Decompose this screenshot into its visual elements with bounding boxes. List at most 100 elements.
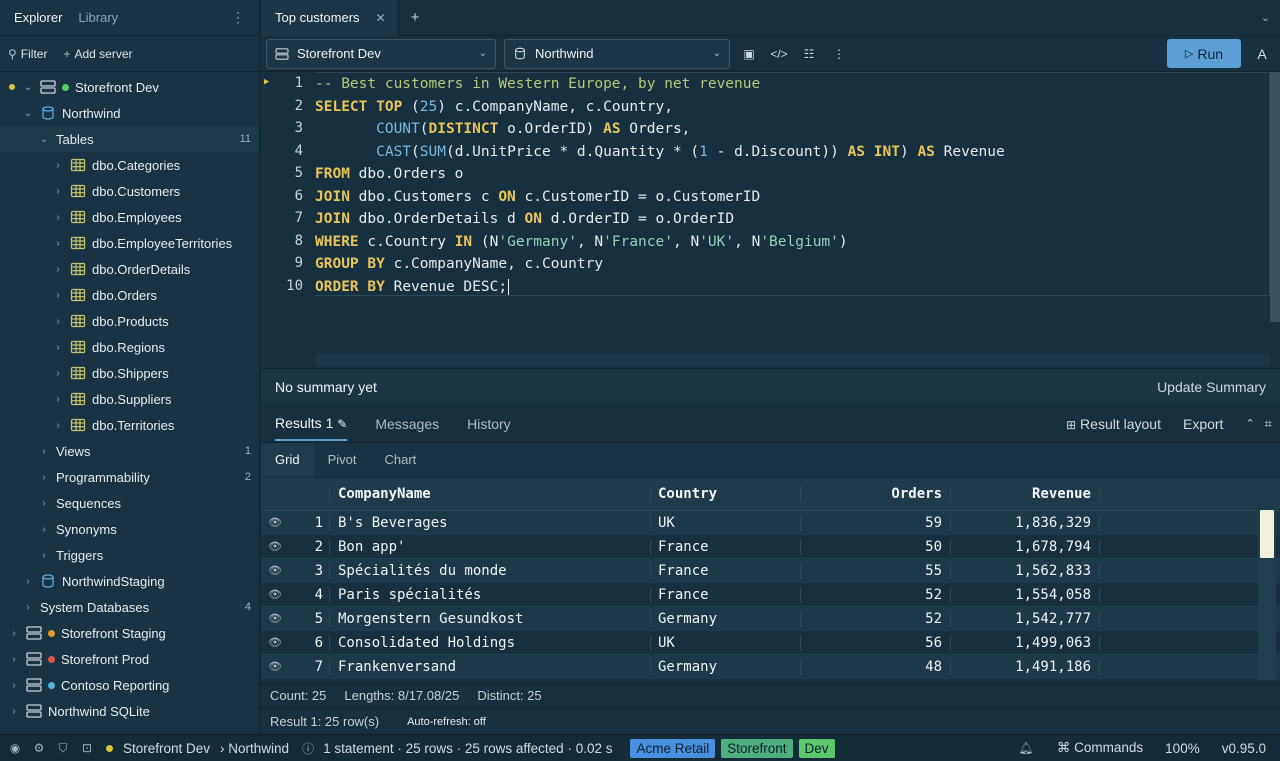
chevron-down-icon[interactable]: ⌄ — [1261, 11, 1280, 24]
tree-item-server[interactable]: › Northwind SQLite — [0, 698, 259, 724]
more-options-icon[interactable]: ⋮ — [223, 9, 253, 26]
cell-revenue[interactable]: 1,499,063 — [950, 634, 1100, 651]
commands-button[interactable]: ⌘ Commands — [1057, 740, 1143, 756]
subtab-grid[interactable]: Grid — [261, 443, 314, 477]
tree-item-table[interactable]: › dbo.Employees — [0, 204, 259, 230]
cell-revenue[interactable]: 1,554,058 — [950, 586, 1100, 603]
tab-results-1[interactable]: Results 1 ✎ — [275, 407, 348, 441]
tree-item-server[interactable]: › Contoso Reporting — [0, 672, 259, 698]
column-header[interactable]: Revenue — [950, 486, 1100, 502]
cell-company[interactable]: Paris spécialités — [329, 586, 650, 603]
tree-item-table[interactable]: › dbo.Categories — [0, 152, 259, 178]
eye-icon[interactable]: 👁︎ — [261, 636, 289, 649]
chevron-right-icon[interactable]: › — [38, 446, 50, 457]
chevron-right-icon[interactable]: › — [52, 420, 64, 431]
subtab-pivot[interactable]: Pivot — [314, 443, 371, 477]
tree-item-table[interactable]: › dbo.OrderDetails — [0, 256, 259, 282]
status-server[interactable]: Storefront Dev — [123, 741, 210, 756]
chevron-right-icon[interactable]: › — [52, 394, 64, 405]
detach-icon[interactable]: ⌗ — [1265, 416, 1272, 432]
tree-item-table[interactable]: › dbo.Products — [0, 308, 259, 334]
cell-company[interactable]: Spécialités du monde — [329, 562, 650, 579]
table-row[interactable]: 👁︎ 4 Paris spécialités France 52 1,554,058 — [261, 583, 1280, 607]
update-summary-button[interactable]: Update Summary — [1157, 379, 1266, 395]
tag-badge[interactable]: Dev — [798, 738, 835, 758]
auto-refresh-toggle[interactable]: Auto-refresh: off — [407, 716, 486, 728]
tree-item-synonyms[interactable]: › Synonyms — [0, 516, 259, 542]
chevron-right-icon[interactable]: › — [52, 238, 64, 249]
code-area[interactable]: -- Best customers in Western Europe, by … — [315, 72, 1270, 296]
tree-item-tables[interactable]: ⌄ Tables 11 — [0, 126, 259, 152]
tag-badge[interactable]: Acme Retail — [630, 738, 716, 758]
tab-top-customers[interactable]: Top customers ✕ — [261, 0, 399, 36]
eye-icon[interactable]: 👁︎ — [261, 564, 289, 577]
tree-item-table[interactable]: › dbo.EmployeeTerritories — [0, 230, 259, 256]
tab-history[interactable]: History — [467, 416, 511, 432]
grid-scrollbar-thumb[interactable] — [1260, 510, 1274, 558]
chevron-right-icon[interactable]: › — [52, 316, 64, 327]
sql-editor[interactable]: 1 2 3 4 5 6 7 8 9 10 ▶ -- Best customers in Weste… — [261, 72, 1280, 368]
table-row[interactable]: 👁︎ 6 Consolidated Holdings UK 56 1,499,063 — [261, 631, 1280, 655]
cell-orders[interactable]: 59 — [800, 514, 950, 531]
export-button[interactable]: Export — [1183, 416, 1223, 432]
chevron-down-icon[interactable]: ⌄ — [22, 108, 34, 119]
eye-icon[interactable]: 👁︎ — [261, 612, 289, 625]
table-row[interactable]: 👁︎ 3 Spécialités du monde France 55 1,562,833 — [261, 559, 1280, 583]
tree-item-table[interactable]: › dbo.Shippers — [0, 360, 259, 386]
chevron-right-icon[interactable]: › — [52, 290, 64, 301]
chevron-right-icon[interactable]: › — [8, 680, 20, 691]
tree-item-programmability[interactable]: › Programmability 2 — [0, 464, 259, 490]
chevron-right-icon[interactable]: › — [52, 264, 64, 275]
table-row[interactable]: 👁︎ 2 Bon app' France 50 1,678,794 — [261, 535, 1280, 559]
tree-item-system-databases[interactable]: › System Databases 4 — [0, 594, 259, 620]
cell-orders[interactable]: 55 — [800, 562, 950, 579]
tree-item-table[interactable]: › dbo.Suppliers — [0, 386, 259, 412]
subtab-chart[interactable]: Chart — [370, 443, 430, 477]
tree-item-sequences[interactable]: › Sequences — [0, 490, 259, 516]
tree-item-northwind-staging[interactable]: › NorthwindStaging — [0, 568, 259, 594]
cell-country[interactable]: UK — [650, 634, 800, 651]
column-header[interactable]: CompanyName — [329, 486, 650, 502]
cell-country[interactable]: Germany — [650, 610, 800, 627]
shield-icon[interactable]: ⛉ — [54, 741, 72, 756]
save-icon[interactable]: ▣ — [738, 47, 760, 61]
chevron-right-icon[interactable]: › — [8, 706, 20, 717]
table-row[interactable]: 👁︎ 5 Morgenstern Gesundkost Germany 52 1,542,… — [261, 607, 1280, 631]
cell-orders[interactable]: 56 — [800, 634, 950, 651]
chevron-right-icon[interactable]: › — [38, 524, 50, 535]
close-icon[interactable]: ✕ — [376, 11, 386, 25]
database-settings-icon[interactable]: ☷ — [798, 47, 820, 61]
cell-company[interactable]: Bon app' — [329, 538, 650, 555]
chevron-right-icon[interactable]: › — [8, 628, 20, 639]
server-select[interactable]: Storefront Dev ⌄ — [266, 38, 496, 69]
tree-item-server[interactable]: › Storefront Prod — [0, 646, 259, 672]
tree-item-table[interactable]: › dbo.Regions — [0, 334, 259, 360]
column-header[interactable]: Country — [650, 486, 800, 502]
tree-item-server[interactable]: › Storefront Staging — [0, 620, 259, 646]
tree-item-table[interactable]: › dbo.Customers — [0, 178, 259, 204]
chevron-up-icon[interactable]: ⌃ — [1245, 417, 1254, 430]
tree-item-views[interactable]: › Views 1 — [0, 438, 259, 464]
cell-revenue[interactable]: 1,836,329 — [950, 514, 1100, 531]
new-tab-button[interactable]: + — [399, 9, 432, 26]
table-row[interactable]: 👁︎ 1 B's Beverages UK 59 1,836,329 — [261, 511, 1280, 535]
cell-country[interactable]: France — [650, 586, 800, 603]
chevron-right-icon[interactable]: › — [38, 472, 50, 483]
zoom-level[interactable]: 100% — [1165, 741, 1200, 756]
chevron-down-icon[interactable]: ⌄ — [38, 134, 50, 145]
column-header[interactable]: Orders — [800, 486, 950, 502]
horizontal-scrollbar[interactable] — [315, 354, 1270, 366]
chevron-right-icon[interactable]: › — [38, 498, 50, 509]
cell-country[interactable]: France — [650, 562, 800, 579]
chevron-right-icon[interactable]: › — [52, 212, 64, 223]
cell-revenue[interactable]: 1,678,794 — [950, 538, 1100, 555]
vertical-scrollbar[interactable] — [1270, 72, 1280, 322]
bell-icon[interactable]: 🔔︎ — [1017, 741, 1035, 755]
cell-revenue[interactable]: 1,542,777 — [950, 610, 1100, 627]
chevron-right-icon[interactable]: › — [38, 550, 50, 561]
cell-company[interactable]: B's Beverages — [329, 514, 650, 531]
account-icon[interactable]: ◉ — [6, 741, 24, 755]
add-server-button[interactable]: + Add server — [63, 47, 132, 61]
cell-country[interactable]: France — [650, 538, 800, 555]
tab-explorer[interactable]: Explorer — [6, 6, 70, 29]
